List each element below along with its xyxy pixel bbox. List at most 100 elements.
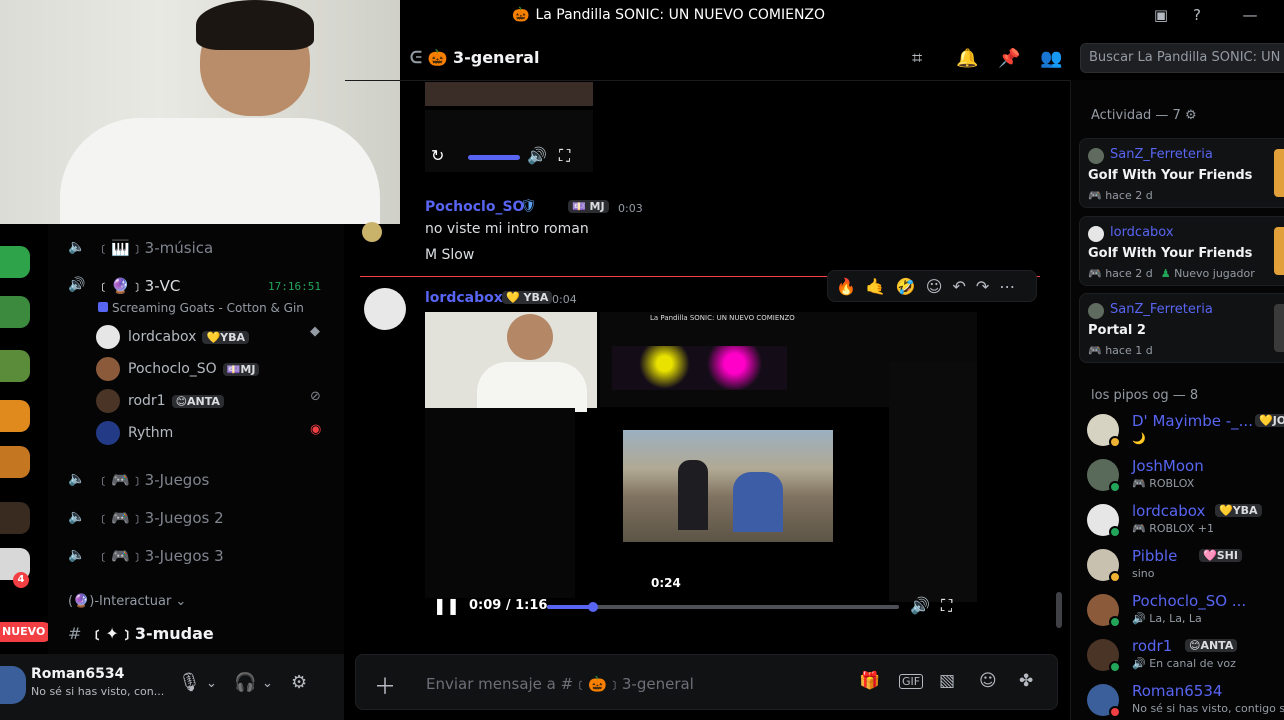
volume-icon[interactable]: 🔊: [527, 146, 547, 165]
server-icon[interactable]: [0, 502, 30, 534]
emoji-icon[interactable]: ☺: [979, 671, 997, 691]
status-online-icon: [1109, 616, 1121, 628]
voice-user[interactable]: Pochoclo_SO 💷MJ: [96, 355, 260, 383]
member-item[interactable]: Pochoclo_SO ... 🔊 La, La, La: [1087, 590, 1284, 634]
avatar: [96, 357, 120, 381]
reaction-hand-icon[interactable]: 🤙: [866, 277, 886, 296]
user-panel: Roman6534 No sé si has visto, con... 🎙 ⌄…: [0, 654, 344, 720]
channel-title: ᕮ 🎃 3-general: [410, 48, 540, 67]
help-icon[interactable]: ?: [1187, 6, 1207, 26]
settings-gear-icon[interactable]: ⚙: [291, 672, 307, 693]
username[interactable]: Roman6534: [31, 666, 124, 682]
inbox-icon[interactable]: ▣: [1151, 6, 1171, 26]
activity-card[interactable]: SanZ_Ferreteria Portal 2 🎮 hace 1 d: [1079, 293, 1284, 363]
forward-icon[interactable]: ↷: [976, 277, 989, 296]
chevron-down-icon[interactable]: ⌄: [206, 676, 217, 691]
member-list: Actividad — 7 ⚙ SanZ_Ferreteria Golf Wit…: [1070, 80, 1284, 720]
member-item[interactable]: JoshMoon 🎮 ROBLOX: [1087, 455, 1284, 499]
channel-juegos[interactable]: 🔈 ﹝🎮﹞3-Juegos: [68, 465, 209, 493]
microphone-icon[interactable]: 🎙: [178, 672, 201, 693]
message-author[interactable]: lordcabox: [425, 290, 503, 306]
channel-vc[interactable]: 🔊 ﹝🔮﹞3-VC: [68, 271, 180, 299]
seek-handle[interactable]: [587, 602, 598, 612]
message-author[interactable]: Pochoclo_SO: [425, 199, 524, 215]
add-reaction-icon[interactable]: ☺: [926, 277, 943, 296]
member-item[interactable]: Roman6534 No sé si has visto, contigo se…: [1087, 680, 1284, 720]
activity-card[interactable]: SanZ_Ferreteria Golf With Your Friends 🎮…: [1079, 138, 1284, 208]
voice-timer: 17:16:51: [268, 280, 321, 293]
server-icon[interactable]: [0, 446, 30, 478]
game-thumbnail: [1274, 304, 1284, 352]
add-attachment-icon[interactable]: ＋: [374, 669, 396, 701]
video-seek-bar[interactable]: [547, 602, 899, 612]
pin-icon[interactable]: 📌: [998, 48, 1020, 69]
voice-user[interactable]: lordcabox 💛YBA: [96, 323, 249, 351]
embedded-lights: [612, 346, 787, 390]
webcam-watermark: PRISM: [318, 200, 357, 213]
member-item[interactable]: lordcabox 💛YBA 🎮 ROBLOX +1: [1087, 500, 1284, 544]
members-icon[interactable]: 👥: [1040, 48, 1062, 69]
speaker-icon: 🔊: [1132, 657, 1150, 670]
member-item[interactable]: Pibble 🩷SHI sino: [1087, 545, 1284, 589]
hover-timestamp: 0:24: [651, 576, 681, 590]
volume-icon[interactable]: 🔊: [910, 596, 930, 615]
channel-mudae[interactable]: # ﹝✦﹞3-mudae: [68, 620, 214, 644]
video-time: 0:09 / 1:16: [469, 598, 548, 613]
status-dnd-icon: [1109, 706, 1121, 718]
server-icon[interactable]: [0, 296, 30, 328]
gamepad-icon: 🎮: [1132, 477, 1150, 490]
gift-icon[interactable]: 🎁: [859, 671, 880, 691]
reply-icon[interactable]: ↶: [952, 277, 965, 296]
gif-icon[interactable]: GIF: [899, 674, 924, 689]
server-icon[interactable]: [0, 400, 30, 432]
server-icon[interactable]: [0, 246, 30, 278]
voice-user[interactable]: Rythm: [96, 419, 173, 447]
message-time: 0:04: [552, 293, 577, 306]
volume-bar[interactable]: [468, 155, 520, 160]
bell-icon[interactable]: 🔔: [956, 48, 978, 69]
activity-card[interactable]: lordcabox Golf With Your Friends 🎮 hace …: [1079, 216, 1284, 286]
channel-juegos-3[interactable]: 🔈 ﹝🎮﹞3-Juegos 3: [68, 541, 224, 569]
avatar[interactable]: [0, 666, 26, 704]
member-item[interactable]: rodr1 😊ANTA 🔊 En canal de voz: [1087, 635, 1284, 679]
previous-video[interactable]: [425, 82, 593, 106]
window-title: 🎃 La Pandilla SONIC: UN NUEVO COMIENZO: [512, 7, 826, 23]
server-icon[interactable]: [0, 350, 30, 382]
new-messages-pill[interactable]: NUEVO: [0, 622, 54, 642]
status-online-icon: [1109, 481, 1121, 493]
channel-musica[interactable]: 🔈 ﹝🎹﹞3-música: [68, 233, 213, 261]
more-icon[interactable]: ⋯: [999, 277, 1015, 296]
status-idle-icon: [1109, 436, 1121, 448]
fullscreen-icon[interactable]: ⛶: [941, 596, 952, 616]
sticker-icon[interactable]: ▧: [939, 671, 955, 691]
chat-scrollbar[interactable]: [1056, 592, 1062, 628]
avatar[interactable]: [362, 222, 382, 242]
video-attachment[interactable]: La Pandilla SONIC: UN NUEVO COMIENZO 0:2…: [425, 312, 977, 620]
channel-list: 🔈 ﹝🎹﹞3-música 🔊 ﹝🔮﹞3-VC 17:16:51 Screami…: [48, 224, 344, 654]
voice-user[interactable]: rodr1 😊ANTA: [96, 387, 224, 415]
avatar[interactable]: [364, 288, 406, 330]
threads-icon[interactable]: ⌗: [912, 48, 922, 69]
category-interactuar[interactable]: (🔮)-Interactuar ⌄: [68, 594, 186, 609]
member-item[interactable]: D' Mayimbe -_... 💛JOJ 🌙: [1087, 410, 1284, 454]
apps-icon[interactable]: ✤: [1019, 671, 1033, 691]
channel-juegos-2[interactable]: 🔈 ﹝🎮﹞3-Juegos 2: [68, 503, 224, 531]
message-text: M Slow: [425, 247, 475, 263]
minimize-button[interactable]: —: [1240, 6, 1260, 26]
pause-icon[interactable]: ❚❚: [433, 596, 460, 615]
gear-icon[interactable]: ⚙: [1185, 108, 1197, 123]
chevron-down-icon[interactable]: ⌄: [262, 676, 273, 691]
seek-progress: [547, 605, 593, 609]
message-input[interactable]: Enviar mensaje a #﹝🎃﹞3-general: [426, 673, 694, 694]
embedded-channel-list: [425, 408, 575, 598]
fullscreen-icon[interactable]: ⛶: [559, 146, 570, 166]
role-tag: 💷 MJ: [568, 200, 609, 213]
speaker-icon: 🔈: [68, 509, 86, 525]
reaction-laugh-icon[interactable]: 🤣: [896, 277, 916, 296]
headphones-icon[interactable]: 🎧: [234, 672, 256, 693]
role-group-header: los pipos og — 8: [1091, 388, 1199, 403]
search-input[interactable]: Buscar La Pandilla SONIC: UN N...: [1080, 43, 1284, 73]
replay-icon[interactable]: ↻: [431, 146, 444, 165]
reaction-fire-icon[interactable]: 🔥: [836, 277, 856, 296]
embedded-webcam: [425, 312, 597, 412]
